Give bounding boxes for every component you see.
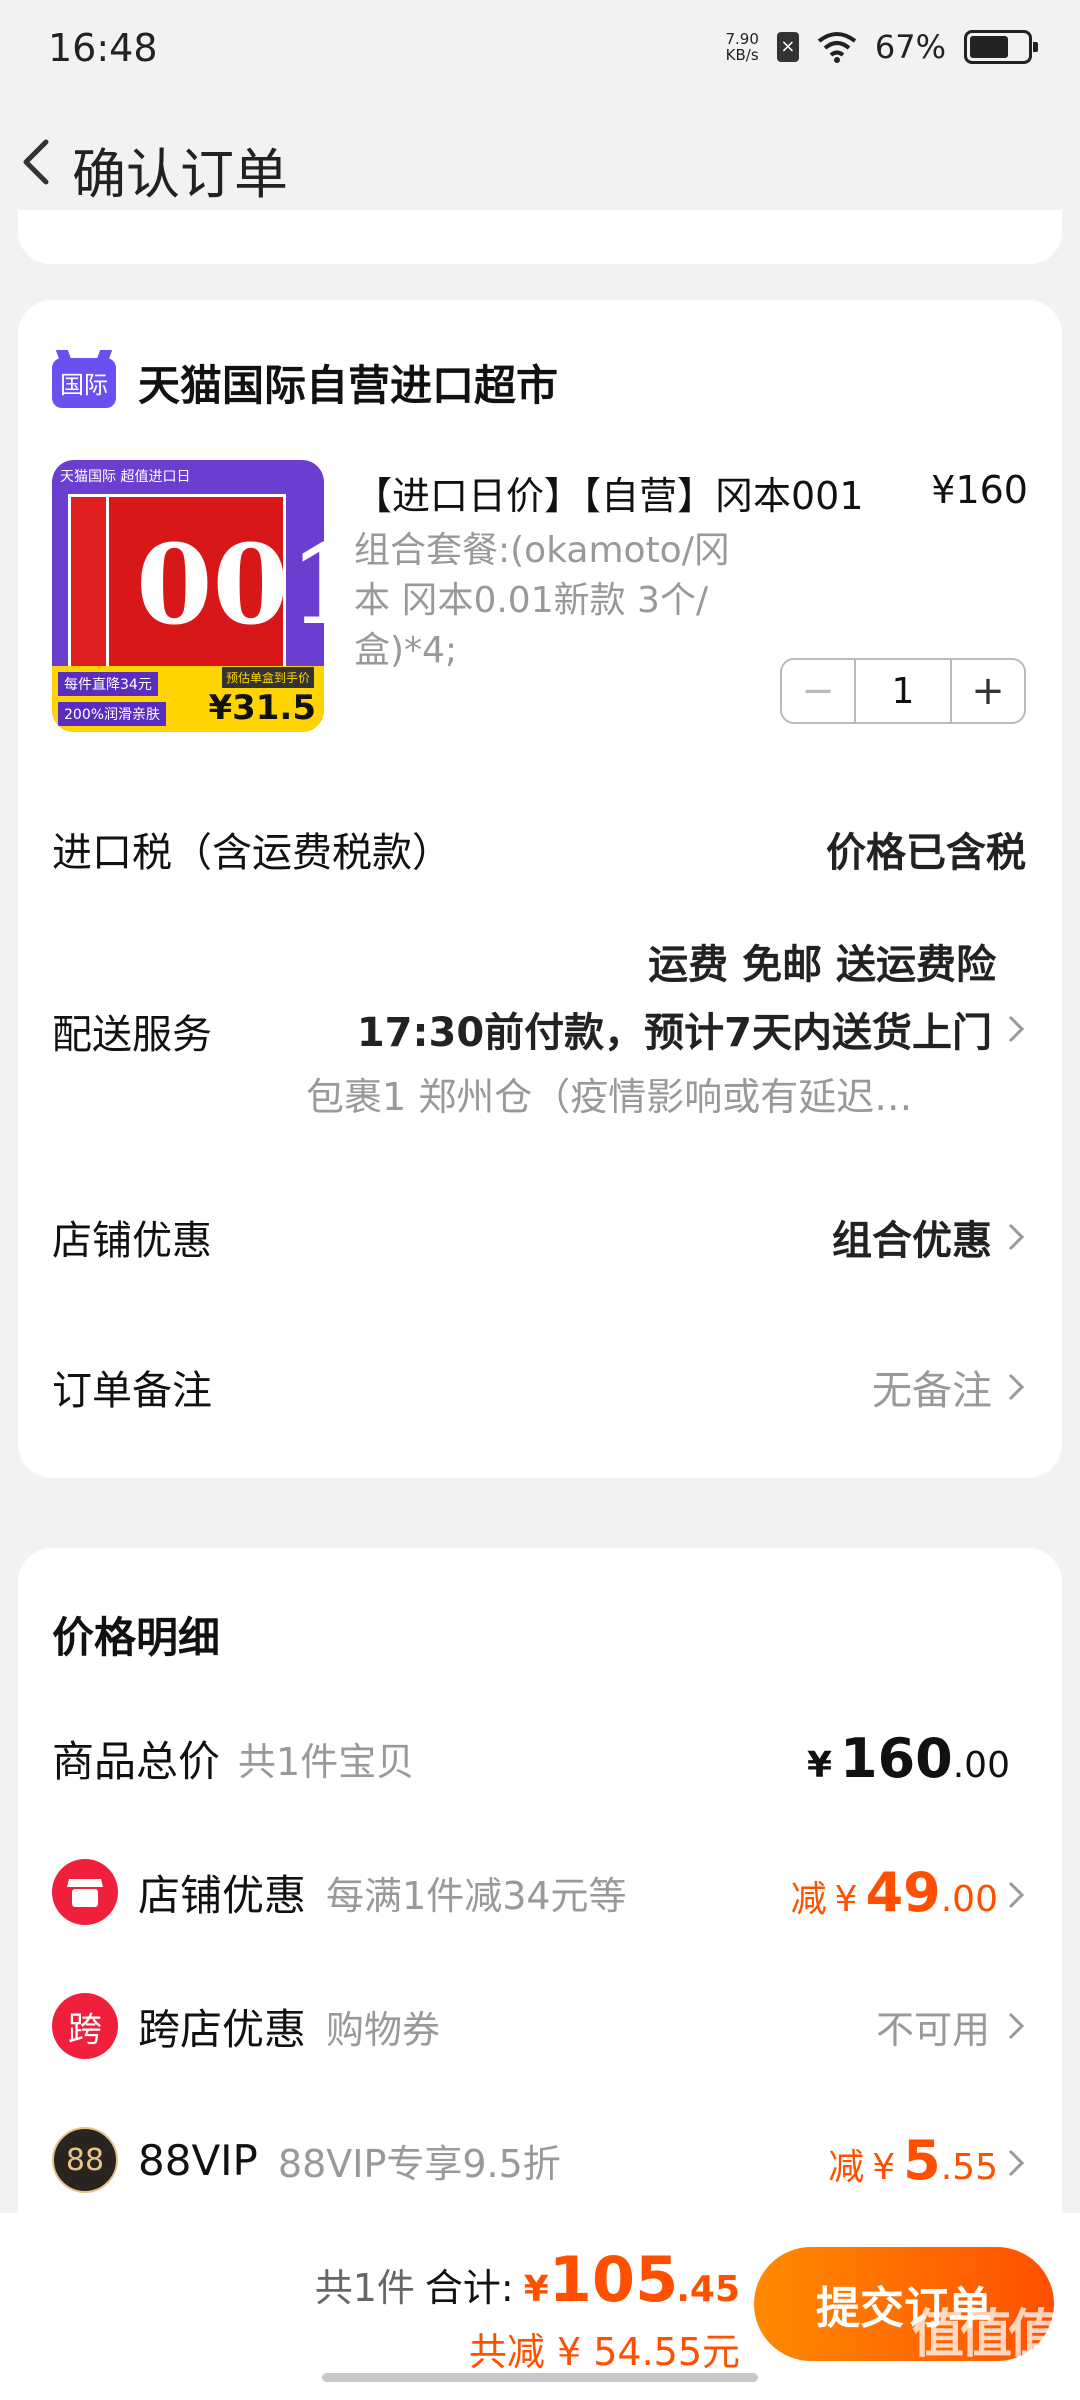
total-currency: ¥ <box>523 2269 549 2310</box>
net-speed: 7.90 KB/s <box>725 30 759 64</box>
watermark: 值值值 zhizhizhi.com <box>911 2305 1060 2386</box>
decrease-button[interactable]: − <box>782 660 854 722</box>
no-sim-icon: × <box>776 32 799 62</box>
chevron-right-icon <box>1008 2149 1025 2176</box>
import-tax-label: 进口税（含运费税款） <box>52 830 452 876</box>
cross-store-icon: 跨 <box>52 1993 118 2059</box>
store-icon <box>52 1859 118 1925</box>
warehouse-info: 包裹1 郑州仓（疫情影响或有延迟… <box>306 1075 913 1119</box>
shop-discount-label: 店铺优惠 <box>52 1218 212 1264</box>
quantity-value[interactable]: 1 <box>854 660 952 722</box>
cross-store-discount-row[interactable]: 跨 跨店优惠 购物券 不可用 <box>52 1986 1026 2066</box>
shipping-fee: 运费 免邮 送运费险 <box>648 942 996 988</box>
88vip-icon: 88 <box>52 2127 118 2193</box>
quantity-stepper: − 1 + <box>780 658 1026 724</box>
battery-icon <box>964 30 1038 64</box>
shipping-label: 配送服务 <box>52 1012 212 1058</box>
vip-label: 88VIP <box>138 2135 258 2185</box>
import-tax-value: 价格已含税 <box>826 830 1026 876</box>
chevron-right-icon <box>1008 1223 1025 1251</box>
tmall-global-icon: 国际 <box>52 357 116 408</box>
price-detail-title: 价格明细 <box>52 1613 221 1662</box>
chevron-right-icon <box>1008 1373 1025 1401</box>
price-detail-card: 价格明细 商品总价 共1件宝贝 ¥ 160 .00 店铺优惠 每满1件减34元等… <box>18 1548 1062 2248</box>
store-discount-label: 店铺优惠 <box>138 1870 307 1920</box>
store-discount-row[interactable]: 店铺优惠 每满1件减34元等 减 ¥ 49 .00 <box>52 1852 1026 1932</box>
shop-discount-value: 组合优惠 <box>832 1218 992 1264</box>
remark-value: 无备注 <box>872 1368 992 1414</box>
status-icons: 7.90 KB/s × 67% <box>725 28 1038 66</box>
product-spec: 组合套餐:(okamoto/冈本 冈本0.01新款 3个/盒)*4; <box>354 530 730 671</box>
back-arrow-icon[interactable] <box>10 132 70 192</box>
cross-store-sub: 购物券 <box>326 2007 441 2052</box>
order-total: 共1件 合计: ¥ 105 .45 <box>315 2243 740 2316</box>
chevron-right-icon <box>1008 2012 1025 2040</box>
increase-button[interactable]: + <box>952 660 1024 722</box>
cross-store-label: 跨店优惠 <box>138 2004 307 2054</box>
delivery-estimate: 17:30前付款，预计7天内送货上门 <box>356 1010 992 1056</box>
total-label: 合计: <box>424 2266 514 2310</box>
wifi-icon <box>817 32 857 63</box>
total-int: 105 <box>548 2243 679 2316</box>
order-card: 国际 天猫国际自营进口超市 天猫国际 超值进口日 001 预估单盒到手价 每件直… <box>18 300 1062 1478</box>
shop-name: 天猫国际自营进口超市 <box>138 361 559 410</box>
product-price: ¥160 <box>931 468 1028 512</box>
store-discount-rule: 每满1件减34元等 <box>326 1873 627 1918</box>
home-indicator[interactable] <box>322 2373 758 2382</box>
shop-header[interactable]: 国际 天猫国际自营进口超市 <box>52 352 558 413</box>
address-card-edge <box>18 210 1062 264</box>
store-discount-amount: 减 ¥ 49 .00 <box>791 1861 1026 1924</box>
vip-discount-row[interactable]: 88 88VIP 88VIP专享9.5折 减 ¥ 5 .55 <box>52 2120 1026 2200</box>
checkout-bar: 共1件 合计: ¥ 105 .45 共减 ¥ 54.55元 提交订单 值值值 z… <box>0 2213 1080 2400</box>
cross-store-value: 不可用 <box>875 2007 990 2052</box>
product-image[interactable]: 天猫国际 超值进口日 001 预估单盒到手价 每件直降34元 200%润滑亲肤 … <box>52 460 324 732</box>
vip-discount-amount: 减 ¥ 5 .55 <box>828 2129 1026 2192</box>
shipping-row[interactable]: 17:30前付款，预计7天内送货上门 <box>357 1000 1026 1058</box>
goods-total-row: 商品总价 共1件宝贝 ¥ 160 .00 <box>52 1718 1026 1798</box>
vip-sub: 88VIP专享9.5折 <box>277 2141 561 2186</box>
status-bar: 16:48 7.90 KB/s × 67% <box>0 0 1080 100</box>
item-count: 共1件 <box>314 2266 415 2310</box>
status-time: 16:48 <box>48 26 158 70</box>
total-saved: 共减 ¥ 54.55元 <box>468 2330 740 2374</box>
chevron-right-icon <box>1008 1015 1025 1043</box>
goods-total-amount: ¥ 160 .00 <box>806 1726 1010 1790</box>
cross-store-value-row: 不可用 <box>876 1999 1026 2054</box>
chevron-right-icon <box>1008 1881 1025 1908</box>
nav-bar: 确认订单 <box>0 110 1080 210</box>
goods-count: 共1件宝贝 <box>238 1739 415 1784</box>
battery-percent: 67% <box>874 28 946 66</box>
goods-total-label: 商品总价 <box>52 1736 221 1786</box>
product-title[interactable]: 【进口日价】【自营】冈本001 <box>354 465 914 520</box>
page-title: 确认订单 <box>72 143 288 206</box>
total-dec: .45 <box>676 2269 740 2310</box>
remark-label: 订单备注 <box>52 1368 212 1414</box>
remark-row[interactable]: 无备注 <box>872 1358 1026 1416</box>
shop-discount-row[interactable]: 组合优惠 <box>832 1208 1026 1266</box>
